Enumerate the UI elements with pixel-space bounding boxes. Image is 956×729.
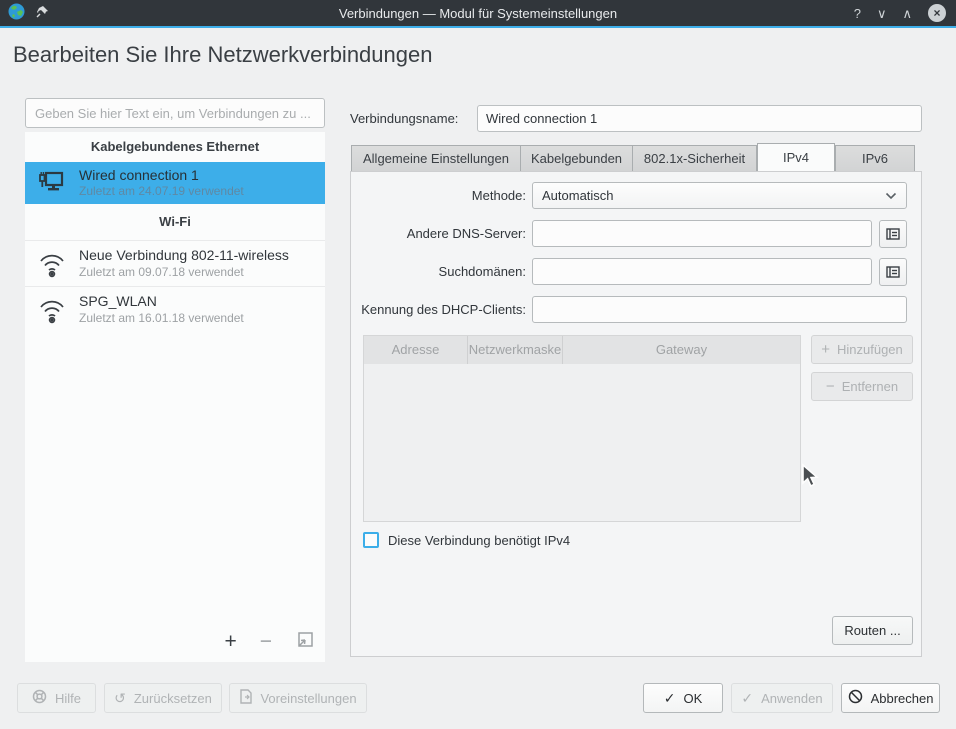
remove-address-button[interactable]: − Entfernen: [811, 372, 913, 401]
add-address-label: Hinzufügen: [837, 342, 903, 357]
minimize-button[interactable]: ∨: [877, 7, 887, 20]
ipv4-tab-panel: Methode: Automatisch Andere DNS-Server: …: [350, 171, 922, 657]
dns-input[interactable]: [532, 220, 872, 247]
cancel-button[interactable]: Abbrechen: [841, 683, 940, 713]
tab-general[interactable]: Allgemeine Einstellungen: [351, 145, 521, 172]
column-header-gateway: Gateway: [563, 336, 800, 364]
help-titlebar-button[interactable]: ?: [854, 7, 861, 20]
help-lifebuoy-icon: [32, 689, 47, 707]
window-title: Verbindungen — Modul für Systemeinstellu…: [0, 6, 956, 21]
cancel-circle-icon: [848, 689, 863, 707]
help-label: Hilfe: [55, 691, 81, 706]
requires-ipv4-label: Diese Verbindung benötigt IPv4: [388, 533, 570, 548]
connection-item-wired[interactable]: Wired connection 1 Zuletzt am 24.07.19 v…: [25, 162, 325, 204]
connection-name-row: Verbindungsname:: [350, 105, 922, 132]
dns-label: Andere DNS-Server:: [351, 226, 532, 241]
search-domains-input[interactable]: [532, 258, 872, 285]
connection-last-used: Zuletzt am 09.07.18 verwendet: [79, 265, 289, 280]
add-connection-button[interactable]: +: [224, 632, 236, 652]
connection-name: SPG_WLAN: [79, 293, 244, 311]
connection-name: Neue Verbindung 802-11-wireless: [79, 247, 289, 265]
addresses-table-header: Adresse Netzwerkmaske Gateway: [364, 336, 800, 364]
chevron-down-icon: [885, 188, 897, 203]
wired-network-icon: [35, 170, 69, 196]
connection-last-used: Zuletzt am 16.01.18 verwendet: [79, 311, 244, 326]
wifi-icon: [35, 250, 69, 278]
addresses-table[interactable]: Adresse Netzwerkmaske Gateway: [363, 335, 801, 522]
pin-icon[interactable]: [35, 5, 49, 22]
export-connection-icon[interactable]: [295, 630, 315, 654]
connection-last-used: Zuletzt am 24.07.19 verwendet: [79, 184, 244, 199]
apply-button[interactable]: ✓ Anwenden: [731, 683, 833, 713]
tab-wired[interactable]: Kabelgebunden: [521, 145, 633, 172]
connection-name: Wired connection 1: [79, 167, 244, 185]
connection-item-wifi-2[interactable]: SPG_WLAN Zuletzt am 16.01.18 verwendet: [25, 286, 325, 332]
close-button[interactable]: ×: [928, 4, 946, 22]
routes-button[interactable]: Routen ...: [832, 616, 913, 645]
app-globe-icon: [8, 3, 25, 23]
requires-ipv4-row[interactable]: Diese Verbindung benötigt IPv4: [363, 532, 570, 548]
dns-list-edit-button[interactable]: [879, 220, 907, 248]
list-toolbar: + −: [224, 630, 315, 654]
dhcp-client-label: Kennung des DHCP-Clients:: [351, 302, 532, 317]
defaults-button[interactable]: Voreinstellungen: [229, 683, 367, 713]
tab-ipv6[interactable]: IPv6: [835, 145, 915, 172]
connection-list: Kabelgebundenes Ethernet Wired connectio…: [25, 132, 325, 662]
column-header-address: Adresse: [364, 336, 468, 364]
plus-icon: +: [821, 341, 830, 358]
defaults-label: Voreinstellungen: [260, 691, 356, 706]
tab-8021x-security[interactable]: 802.1x-Sicherheit: [633, 145, 757, 172]
routes-label: Routen ...: [844, 623, 900, 638]
wifi-icon: [35, 296, 69, 324]
connection-item-wifi-1[interactable]: Neue Verbindung 802-11-wireless Zuletzt …: [25, 240, 325, 286]
search-domains-label: Suchdomänen:: [351, 264, 532, 279]
titlebar: Verbindungen — Modul für Systemeinstellu…: [0, 0, 956, 28]
ok-button[interactable]: ✓ OK: [643, 683, 723, 713]
check-icon: ✓: [741, 691, 753, 705]
section-header-wifi: Wi-Fi: [25, 204, 325, 240]
search-input[interactable]: [25, 98, 325, 128]
check-icon: ✓: [664, 691, 676, 705]
method-value: Automatisch: [542, 188, 614, 203]
reset-button[interactable]: ↺ Zurücksetzen: [104, 683, 222, 713]
dhcp-client-input[interactable]: [532, 296, 907, 323]
method-select[interactable]: Automatisch: [532, 182, 907, 209]
connection-name-label: Verbindungsname:: [350, 111, 477, 126]
requires-ipv4-checkbox[interactable]: [363, 532, 379, 548]
remove-connection-button[interactable]: −: [260, 632, 272, 652]
remove-address-label: Entfernen: [842, 379, 898, 394]
section-header-ethernet: Kabelgebundenes Ethernet: [25, 132, 325, 162]
apply-label: Anwenden: [761, 691, 822, 706]
tab-ipv4[interactable]: IPv4: [757, 143, 835, 172]
undo-icon: ↺: [114, 691, 126, 705]
minus-icon: −: [826, 378, 835, 395]
document-defaults-icon: [239, 689, 252, 707]
page-title: Bearbeiten Sie Ihre Netzwerkverbindungen: [13, 42, 432, 68]
method-label: Methode:: [351, 188, 532, 203]
help-button[interactable]: Hilfe: [17, 683, 96, 713]
connection-name-input[interactable]: [477, 105, 922, 132]
column-header-netmask: Netzwerkmaske: [468, 336, 563, 364]
settings-tabbar: Allgemeine Einstellungen Kabelgebunden 8…: [351, 143, 915, 172]
reset-label: Zurücksetzen: [134, 691, 212, 706]
add-address-button[interactable]: + Hinzufügen: [811, 335, 913, 364]
search-domains-list-edit-button[interactable]: [879, 258, 907, 286]
ok-label: OK: [683, 691, 702, 706]
maximize-button[interactable]: ∧: [902, 7, 912, 20]
connection-search[interactable]: [25, 98, 325, 128]
cancel-label: Abbrechen: [871, 691, 934, 706]
